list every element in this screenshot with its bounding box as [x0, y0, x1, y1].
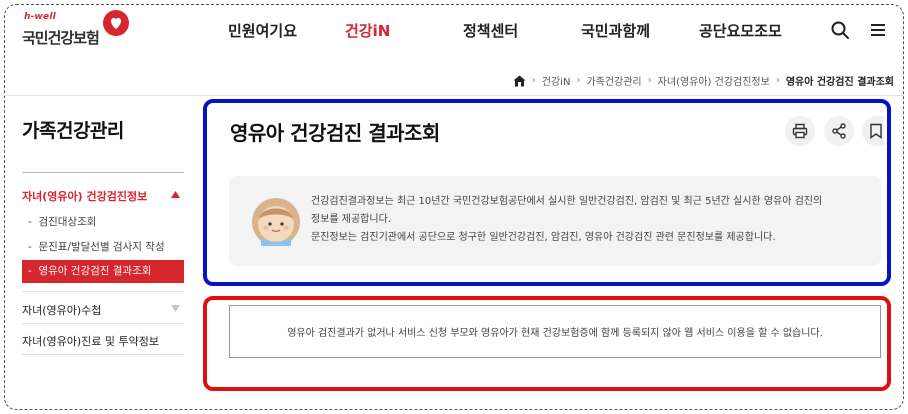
breadcrumb-item[interactable]: 건강iN [542, 73, 571, 88]
sidebar-divider [22, 323, 184, 324]
sidebar-divider [22, 354, 184, 355]
sidebar-group-label: 자녀(영유아)수첩 [22, 304, 102, 317]
global-nav: 민원여기요 건강iN 정책센터 국민과함께 공단요모조모 [0, 20, 908, 44]
highlight-box-blue [203, 99, 891, 286]
sidebar-item-questionnaire[interactable]: - 문진표/발달선별 검사지 작성 [22, 239, 184, 254]
sidebar-group-label: 자녀(영유아) 건강검진정보 [22, 190, 148, 203]
sidebar-item-target[interactable]: - 검진대상조회 [22, 214, 184, 229]
breadcrumb-separator: › [531, 75, 536, 86]
header-divider [4, 95, 904, 96]
menu-icon[interactable] [868, 20, 888, 40]
sidebar-group-checkup-info[interactable]: 자녀(영유아) 건강검진정보 [22, 188, 184, 204]
gnb-item-about[interactable]: 공단요모조모 [699, 20, 782, 41]
breadcrumb: › 건강iN › 가족건강관리 › 자녀(영유아) 건강검진정보 › 영유아 건… [513, 73, 894, 88]
highlight-box-red [203, 296, 891, 391]
sidebar-item-label: 검진대상조회 [38, 216, 97, 228]
breadcrumb-current: 영유아 건강검진 결과조회 [785, 77, 894, 88]
chevron-up-icon [171, 191, 180, 198]
gnb-item-together[interactable]: 국민과함께 [581, 20, 650, 41]
sidebar-divider [22, 172, 184, 173]
gnb-item-health-in[interactable]: 건강iN [345, 20, 390, 41]
sidebar-title: 가족건강관리 [22, 120, 124, 142]
sidebar-divider [22, 291, 184, 292]
breadcrumb-item[interactable]: 자녀(영유아) 건강검진정보 [658, 73, 770, 88]
gnb-item-policy[interactable]: 정책센터 [463, 20, 518, 41]
breadcrumb-separator: › [576, 75, 581, 86]
chevron-down-icon [171, 305, 180, 312]
breadcrumb-separator: › [775, 75, 780, 86]
sidebar-item-results[interactable]: - 영유아 건강검진 결과조회 [22, 260, 184, 283]
home-icon[interactable] [513, 75, 526, 87]
breadcrumb-separator: › [647, 75, 652, 86]
gnb-item-civil[interactable]: 민원여기요 [228, 20, 297, 41]
breadcrumb-item[interactable]: 가족건강관리 [586, 73, 641, 88]
sidebar-item-label: 문진표/발달선별 검사지 작성 [38, 241, 165, 253]
sidebar-group-treatment[interactable]: 자녀(영유아)진료 및 투약정보 [22, 333, 184, 349]
sidebar-item-label: 영유아 건강검진 결과조회 [38, 265, 152, 277]
search-icon[interactable] [830, 20, 850, 40]
sidebar-group-handbook[interactable]: 자녀(영유아)수첩 [22, 302, 184, 318]
